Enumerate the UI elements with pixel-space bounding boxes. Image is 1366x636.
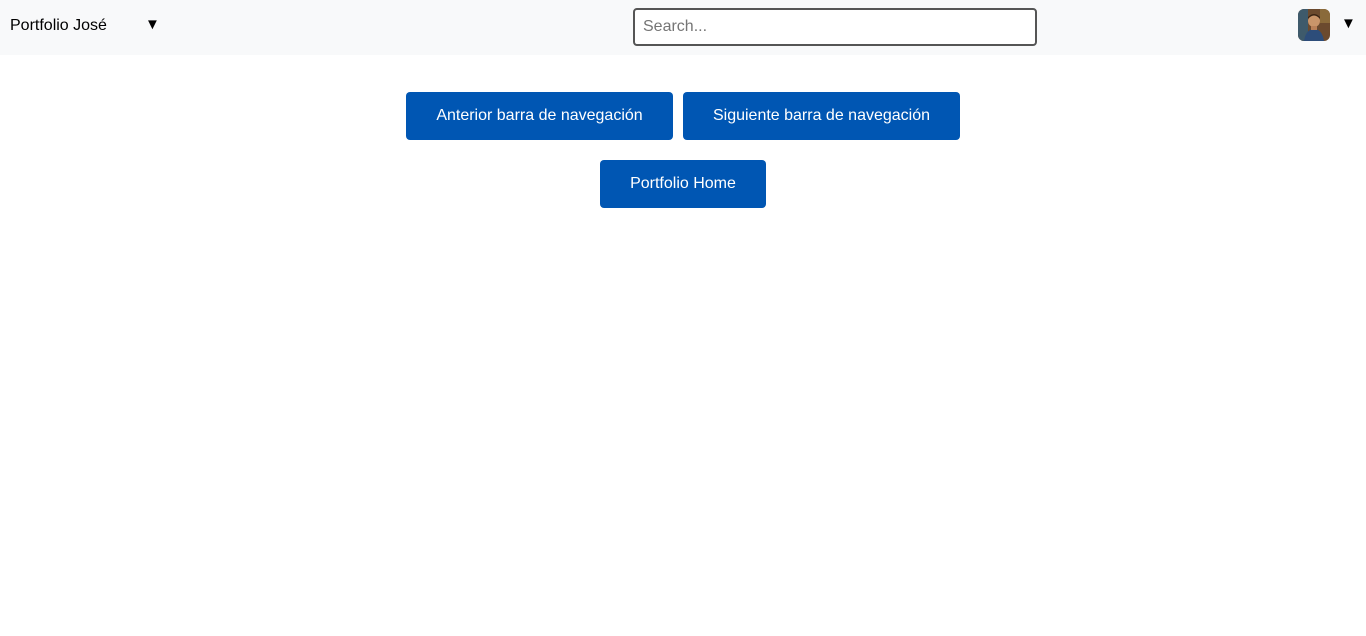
user-dropdown-caret-icon[interactable]: ▼ [1341,14,1356,34]
user-avatar[interactable] [1298,9,1330,41]
avatar-photo-icon [1298,9,1330,41]
search-input[interactable] [633,8,1037,46]
portfolio-home-button[interactable]: Portfolio Home [600,160,766,208]
brand-link[interactable]: Portfolio José [10,16,107,36]
top-navbar: Portfolio José ▼ ▼ [0,0,1366,55]
next-navbar-button[interactable]: Siguiente barra de navegación [683,92,960,140]
previous-navbar-button[interactable]: Anterior barra de navegación [406,92,673,140]
brand-dropdown-caret-icon[interactable]: ▼ [145,15,160,35]
